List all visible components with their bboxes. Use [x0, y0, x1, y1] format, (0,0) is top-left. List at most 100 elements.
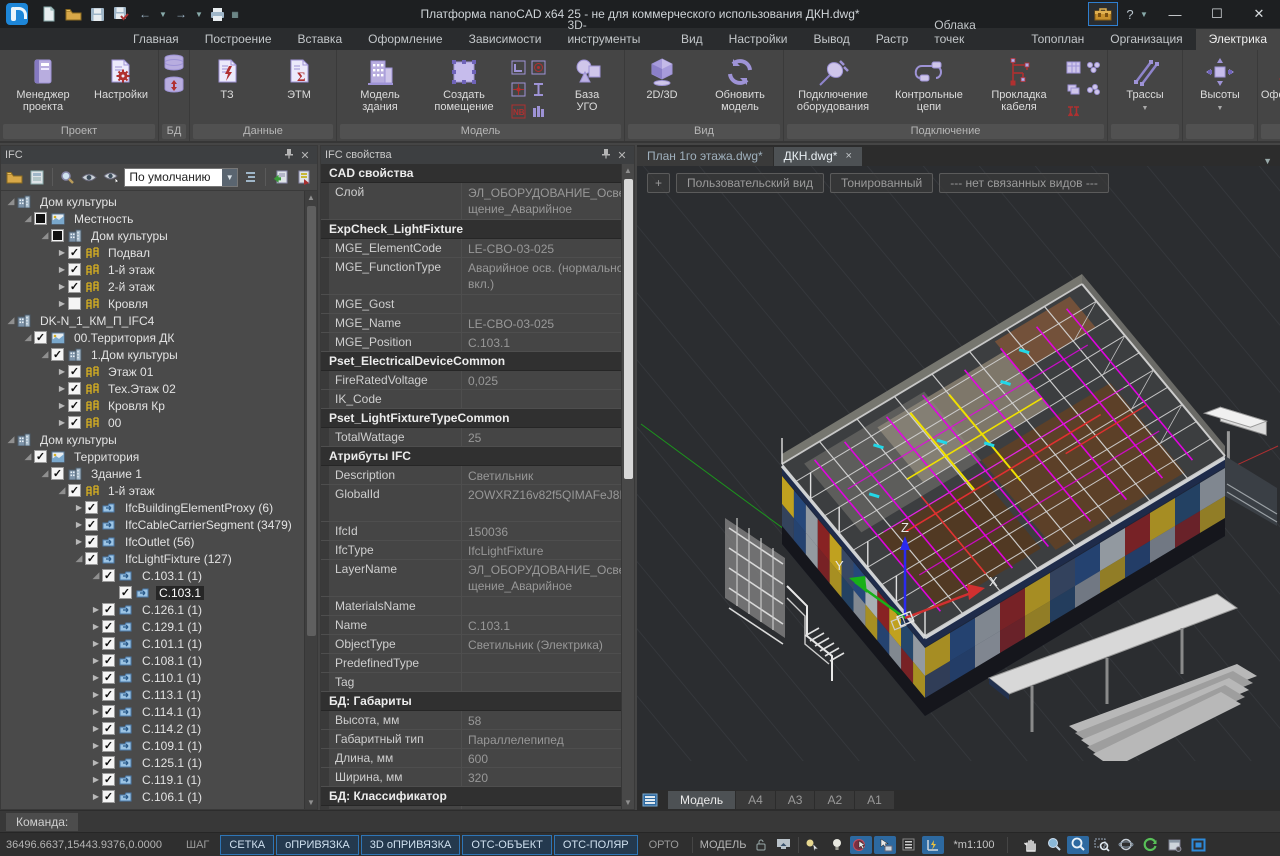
- collapsed-arrow-icon[interactable]: ▶: [90, 639, 102, 648]
- tree-item-label[interactable]: C.106.1 (1): [139, 790, 205, 804]
- collapsed-arrow-icon[interactable]: ▶: [56, 282, 68, 291]
- sheet-icon[interactable]: [1163, 836, 1185, 854]
- search-icon[interactable]: [58, 167, 77, 187]
- eye-cursor-icon[interactable]: [102, 167, 121, 187]
- status-toggle-ОТС-ОБЪЕКТ[interactable]: ОТС-ОБЪЕКТ: [462, 835, 551, 855]
- help-dropdown-icon[interactable]: ▼: [1140, 10, 1154, 19]
- tree-checkbox[interactable]: ✓: [68, 484, 81, 497]
- tree-row[interactable]: ▶✓C.129.1 (1): [1, 618, 317, 635]
- collapsed-arrow-icon[interactable]: ▶: [90, 758, 102, 767]
- property-row[interactable]: GlobalId2OWXRZ16v82f5QIMAFeJ8I: [321, 485, 634, 522]
- property-row[interactable]: MGE_Gost: [321, 295, 634, 314]
- tree-row[interactable]: ▶✓00: [1, 414, 317, 431]
- command-prompt[interactable]: Команда:: [6, 813, 78, 831]
- layout-tab-Модель[interactable]: Модель: [668, 791, 735, 809]
- tree-item-label[interactable]: IfcBuildingElementProxy (6): [122, 501, 276, 515]
- property-section-header[interactable]: ExpCheck_LightFixture−: [321, 220, 634, 239]
- collapse-icon[interactable]: [241, 167, 260, 187]
- collapsed-arrow-icon[interactable]: ▶: [73, 537, 85, 546]
- document-tab-ДКН.dwg*[interactable]: ДКН.dwg*×: [774, 147, 862, 166]
- property-value[interactable]: 2OWXRZ16v82f5QIMAFeJ8I: [461, 485, 634, 521]
- collapsed-arrow-icon[interactable]: ▶: [73, 520, 85, 529]
- tree-item-label[interactable]: C.110.1 (1): [139, 671, 204, 685]
- tree-checkbox[interactable]: ✓: [102, 603, 115, 616]
- nb-icon[interactable]: NB: [510, 102, 527, 121]
- tree-item-label[interactable]: C.119.1 (1): [139, 773, 204, 787]
- bulbs-icon[interactable]: [1085, 58, 1102, 77]
- property-value[interactable]: [461, 597, 634, 615]
- property-value[interactable]: ЭЛ_ОБОРУДОВАНИЕ_Освещение_Аварийное: [461, 183, 634, 219]
- layers-icon[interactable]: [1065, 80, 1082, 99]
- ribbon-button-Контрольные-цепи[interactable]: Контрольныецепи: [881, 52, 977, 113]
- tree-checkbox[interactable]: ✓: [68, 246, 81, 259]
- tree-checkbox[interactable]: ✓: [102, 569, 115, 582]
- new-file-icon[interactable]: [38, 3, 60, 25]
- tree-item-label[interactable]: C.101.1 (1): [139, 637, 205, 651]
- collapsed-arrow-icon[interactable]: ▶: [90, 673, 102, 682]
- tree-checkbox[interactable]: ✓: [102, 654, 115, 667]
- status-toggle-ШАГ[interactable]: ШАГ: [177, 835, 218, 855]
- tree-item-label[interactable]: Местность: [71, 212, 136, 226]
- pin-icon[interactable]: [281, 148, 297, 162]
- tree-item-label[interactable]: Кровля: [105, 297, 151, 311]
- cursor-badge-icon[interactable]: [850, 836, 872, 854]
- ribbon-button-Подключение-оборудования[interactable]: Подключениеоборудования: [785, 52, 881, 113]
- pin-icon[interactable]: [598, 148, 614, 162]
- tree-checkbox[interactable]: ✓: [102, 739, 115, 752]
- save-all-icon[interactable]: [110, 3, 132, 25]
- tree-row[interactable]: ▶✓Этаж 01: [1, 363, 317, 380]
- tree-checkbox[interactable]: ✓: [68, 280, 81, 293]
- property-row[interactable]: NameC.103.1: [321, 616, 634, 635]
- property-row[interactable]: IfcTypeIfcLightFixture: [321, 541, 634, 560]
- tree-item-label[interactable]: Подвал: [105, 246, 153, 260]
- tree-checkbox[interactable]: ✓: [85, 552, 98, 565]
- expanded-arrow-icon[interactable]: ◢: [90, 570, 102, 581]
- tree-row[interactable]: ▶✓IfcBuildingElementProxy (6): [1, 499, 317, 516]
- expanded-arrow-icon[interactable]: ◢: [73, 553, 85, 564]
- ibeam-icon[interactable]: [530, 80, 547, 99]
- ribbon-button-База-УГО[interactable]: БазаУГО: [551, 52, 623, 113]
- tree-item-label[interactable]: Кровля Кр: [105, 399, 168, 413]
- status-toggle-3D оПРИВЯЗКА[interactable]: 3D оПРИВЯЗКА: [361, 835, 461, 855]
- tree-row[interactable]: ◢✓Здание 1: [1, 465, 317, 482]
- tree-item-label[interactable]: C.113.1 (1): [139, 688, 204, 702]
- plot-icon[interactable]: [206, 3, 228, 25]
- property-section-header[interactable]: БД: Классификатор−: [321, 787, 634, 806]
- expanded-arrow-icon[interactable]: ◢: [56, 485, 68, 496]
- view-mode-combobox[interactable]: По умолчанию▼: [124, 168, 238, 187]
- collapsed-arrow-icon[interactable]: ▶: [90, 605, 102, 614]
- tree-item-label[interactable]: C.103.1 (1): [139, 569, 205, 583]
- ribbon-button-Прокладка-кабеля[interactable]: Прокладкакабеля: [977, 52, 1061, 113]
- toolbox-icon[interactable]: [1088, 2, 1118, 26]
- collapsed-arrow-icon[interactable]: ▶: [56, 401, 68, 410]
- add-viewport-button[interactable]: +: [647, 173, 670, 193]
- zoom-icon[interactable]: [1067, 836, 1089, 854]
- collapsed-arrow-icon[interactable]: ▶: [90, 622, 102, 631]
- tree-checkbox[interactable]: [68, 297, 81, 310]
- collapsed-arrow-icon[interactable]: ▶: [90, 690, 102, 699]
- close-icon[interactable]: ✕: [297, 149, 313, 162]
- tt-icon[interactable]: [1065, 102, 1082, 121]
- tree-row[interactable]: ▶✓C.113.1 (1): [1, 686, 317, 703]
- property-value[interactable]: [461, 806, 634, 809]
- expanded-arrow-icon[interactable]: ◢: [39, 468, 51, 479]
- property-row[interactable]: ObjectTypeСветильник (Электрика): [321, 635, 634, 654]
- collapsed-arrow-icon[interactable]: ▶: [90, 707, 102, 716]
- tree-checkbox[interactable]: ✓: [102, 620, 115, 633]
- ribbon-tab-Оформление[interactable]: Оформление: [355, 29, 455, 50]
- expanded-arrow-icon[interactable]: ◢: [22, 451, 34, 462]
- property-value[interactable]: LE-CBO-03-025: [461, 314, 634, 332]
- property-row[interactable]: Код по классификат...: [321, 806, 634, 809]
- ribbon-button-Трассы[interactable]: Трассы▼: [1109, 52, 1181, 115]
- property-value[interactable]: LE-CBO-03-025: [461, 239, 634, 257]
- collapsed-arrow-icon[interactable]: ▶: [73, 503, 85, 512]
- status-toggle-ОРТО[interactable]: ОРТО: [640, 835, 688, 855]
- property-value[interactable]: Светильник (Электрика): [461, 635, 634, 653]
- ribbon-button-2D/3D[interactable]: 2D/3D: [626, 52, 698, 101]
- expanded-arrow-icon[interactable]: ◢: [5, 315, 17, 326]
- ribbon-tab-Вид[interactable]: Вид: [668, 29, 716, 50]
- property-row[interactable]: Длина, мм600: [321, 749, 634, 768]
- expanded-arrow-icon[interactable]: ◢: [39, 230, 51, 241]
- tree-row[interactable]: ◢Дом культуры: [1, 227, 317, 244]
- property-section-header[interactable]: Атрибуты IFC−: [321, 447, 634, 466]
